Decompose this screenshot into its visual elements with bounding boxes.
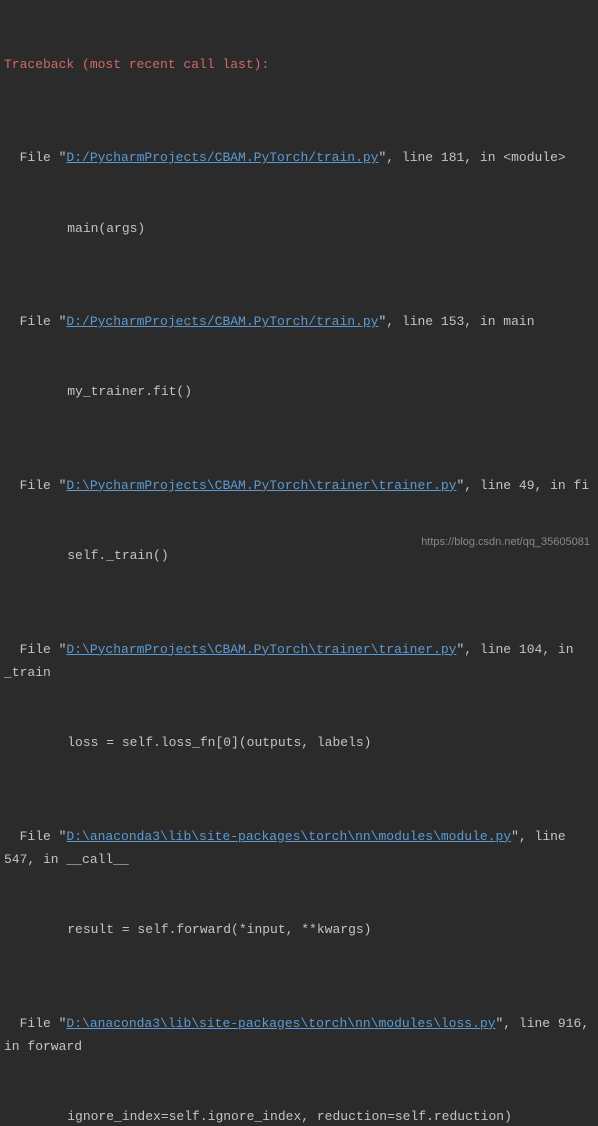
frame-1: File "D:/PycharmProjects/CBAM.PyTorch/tr…: [4, 310, 594, 333]
file-path-link[interactable]: D:\PycharmProjects\CBAM.PyTorch\trainer\…: [66, 642, 456, 657]
file-prefix: File ": [4, 314, 66, 329]
code-line: ignore_index=self.ignore_index, reductio…: [4, 1105, 594, 1126]
frame-5: File "D:\anaconda3\lib\site-packages\tor…: [4, 1012, 594, 1059]
file-prefix: File ": [4, 642, 66, 657]
file-prefix: File ": [4, 150, 66, 165]
traceback-container: Traceback (most recent call last): File …: [4, 6, 594, 1126]
file-location: ", line 181, in <module>: [378, 150, 565, 165]
file-location: ", line 153, in main: [378, 314, 534, 329]
code-line: result = self.forward(*input, **kwargs): [4, 918, 594, 941]
file-prefix: File ": [4, 478, 66, 493]
file-path-link[interactable]: D:/PycharmProjects/CBAM.PyTorch/train.py: [66, 150, 378, 165]
file-path-link[interactable]: D:\PycharmProjects\CBAM.PyTorch\trainer\…: [66, 478, 456, 493]
watermark: https://blog.csdn.net/qq_35605081: [421, 533, 590, 553]
code-line: main(args): [4, 217, 594, 240]
file-location: ", line 49, in fi: [457, 478, 590, 493]
traceback-header: Traceback (most recent call last):: [4, 53, 594, 76]
file-path-link[interactable]: D:\anaconda3\lib\site-packages\torch\nn\…: [66, 829, 511, 844]
file-prefix: File ": [4, 1016, 66, 1031]
frame-0: File "D:/PycharmProjects/CBAM.PyTorch/tr…: [4, 146, 594, 169]
file-prefix: File ": [4, 829, 66, 844]
file-path-link[interactable]: D:\anaconda3\lib\site-packages\torch\nn\…: [66, 1016, 495, 1031]
code-line: loss = self.loss_fn[0](outputs, labels): [4, 731, 594, 754]
frame-4: File "D:\anaconda3\lib\site-packages\tor…: [4, 825, 594, 872]
file-path-link[interactable]: D:/PycharmProjects/CBAM.PyTorch/train.py: [66, 314, 378, 329]
code-line: my_trainer.fit(): [4, 380, 594, 403]
frame-2: File "D:\PycharmProjects\CBAM.PyTorch\tr…: [4, 474, 594, 497]
frame-3: File "D:\PycharmProjects\CBAM.PyTorch\tr…: [4, 638, 594, 685]
